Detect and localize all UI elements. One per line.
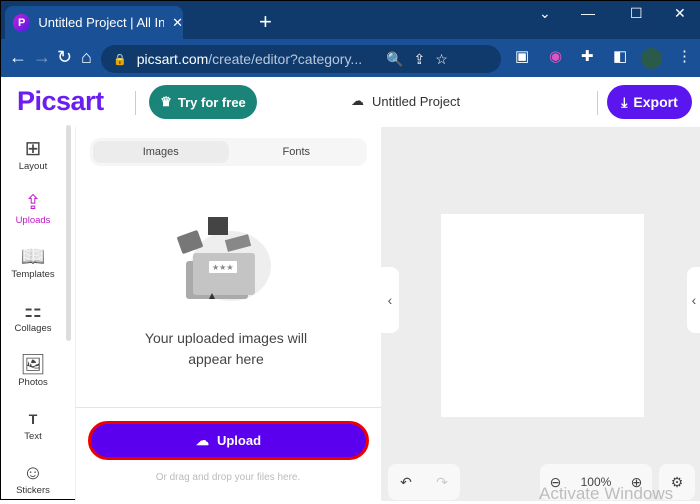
- picsart-logo[interactable]: Picsart: [17, 86, 104, 117]
- empty-state-message: Your uploaded images will appear here: [101, 328, 351, 370]
- profile-avatar[interactable]: [641, 48, 662, 69]
- rail-item-collages[interactable]: ⚏ Collages: [1, 299, 65, 334]
- tab-search-chevron-icon[interactable]: ⌄: [539, 5, 551, 22]
- book-icon: 📖: [20, 246, 46, 268]
- minimize-button[interactable]: —: [581, 5, 595, 21]
- reload-icon[interactable]: ↻: [57, 47, 72, 68]
- svg-text:★★★: ★★★: [212, 263, 234, 272]
- chevron-left-icon: ‹: [691, 292, 697, 308]
- upload-button[interactable]: ☁ Upload: [88, 421, 369, 460]
- rail-label: Photos: [18, 377, 48, 388]
- zoom-icon[interactable]: 🔍: [386, 51, 403, 68]
- rail-label: Layout: [18, 161, 48, 172]
- lock-icon: 🔒: [113, 53, 127, 66]
- url-host: picsart.com: [136, 51, 209, 67]
- picsart-favicon-icon: P: [13, 13, 31, 32]
- home-icon[interactable]: ⌂: [81, 47, 92, 68]
- rail-label: Text: [24, 431, 42, 442]
- try-for-free-button[interactable]: ♛ Try for free: [149, 85, 257, 119]
- tab-images[interactable]: Images: [93, 141, 229, 163]
- rail-item-stickers[interactable]: ☺ Stickers: [1, 461, 65, 496]
- collapse-panel-button[interactable]: ‹: [381, 267, 399, 333]
- project-name: Untitled Project: [372, 93, 461, 109]
- browser-tab[interactable]: P Untitled Project | All In One Web ✕: [5, 6, 183, 39]
- rail-item-uploads[interactable]: ⇪ Uploads: [1, 191, 65, 226]
- photo-icon: 🖼: [20, 354, 46, 376]
- bookmark-star-icon[interactable]: ☆: [435, 51, 448, 68]
- rail-item-templates[interactable]: 📖 Templates: [1, 245, 65, 280]
- tab-title: Untitled Project | All In One Web: [38, 15, 165, 30]
- try-label: Try for free: [177, 94, 246, 110]
- divider: [75, 407, 381, 408]
- chevron-left-icon: ‹: [387, 292, 393, 308]
- empty-line-2: appear here: [188, 351, 264, 367]
- divider: [597, 91, 598, 115]
- rail-item-photos[interactable]: 🖼 Photos: [1, 353, 65, 388]
- share-icon[interactable]: ⇪: [414, 51, 426, 68]
- rail-item-layout[interactable]: ⊞ Layout: [1, 137, 65, 172]
- rail-item-text[interactable]: T Text: [1, 407, 65, 442]
- rail-label: Uploads: [15, 215, 51, 226]
- download-icon: ⤓: [621, 93, 628, 110]
- redo-icon[interactable]: ↷: [436, 474, 448, 491]
- panel-tabs: Images Fonts: [90, 138, 367, 166]
- empty-folder-illustration: ★★★: [177, 217, 271, 301]
- rail-label: Templates: [11, 269, 55, 280]
- collage-grid-icon: ⚏: [24, 300, 42, 322]
- rail-label: Stickers: [16, 485, 50, 496]
- cloud-upload-icon: ☁: [195, 432, 209, 448]
- expand-right-panel-button[interactable]: ‹: [687, 267, 700, 333]
- export-label: Export: [633, 94, 678, 110]
- address-bar[interactable]: 🔒 picsart.com/create/editor?category... …: [101, 45, 501, 73]
- upload-icon: ⇪: [24, 192, 42, 214]
- text-icon: T: [28, 411, 38, 427]
- url-path: /create/editor?category...: [208, 51, 363, 67]
- upload-label: Upload: [216, 433, 262, 448]
- extension-icon[interactable]: ▣: [515, 47, 529, 65]
- artboard[interactable]: [441, 214, 644, 417]
- new-tab-button[interactable]: +: [259, 9, 272, 35]
- windows-activation-watermark: Activate Windows: [539, 484, 674, 503]
- layout-icon: ⊞: [24, 138, 42, 160]
- cloud-check-icon: ☁: [351, 93, 364, 108]
- back-icon[interactable]: ←: [9, 47, 27, 68]
- divider: [135, 91, 136, 115]
- history-controls: ↶ ↷: [388, 464, 460, 500]
- rail-label: Collages: [14, 323, 52, 334]
- menu-kebab-icon[interactable]: ⋮: [677, 47, 692, 65]
- undo-icon[interactable]: ↶: [400, 474, 412, 491]
- drag-drop-hint: Or drag and drop your files here.: [155, 472, 301, 483]
- crown-icon: ♛: [160, 94, 172, 109]
- sticker-icon: ☺: [22, 462, 44, 484]
- left-rail: ⊞ Layout ⇪ Uploads 📖 Templates ⚏ Collages 🖼 P…: [1, 127, 69, 501]
- rail-scrollbar[interactable]: [66, 125, 71, 341]
- forward-icon[interactable]: →: [33, 47, 51, 68]
- project-title[interactable]: ☁ Untitled Project: [351, 93, 460, 109]
- side-panel-icon[interactable]: ◧: [613, 47, 627, 65]
- close-tab-icon[interactable]: ✕: [172, 15, 183, 31]
- extension-audio-icon[interactable]: ◉: [549, 47, 562, 65]
- maximize-button[interactable]: ☐: [630, 5, 643, 22]
- tab-fonts[interactable]: Fonts: [229, 141, 365, 163]
- empty-line-1: Your uploaded images will: [144, 330, 308, 346]
- export-button[interactable]: ⤓ Export: [607, 85, 692, 119]
- extensions-puzzle-icon[interactable]: ✚: [581, 47, 594, 65]
- close-window-button[interactable]: ✕: [674, 5, 686, 22]
